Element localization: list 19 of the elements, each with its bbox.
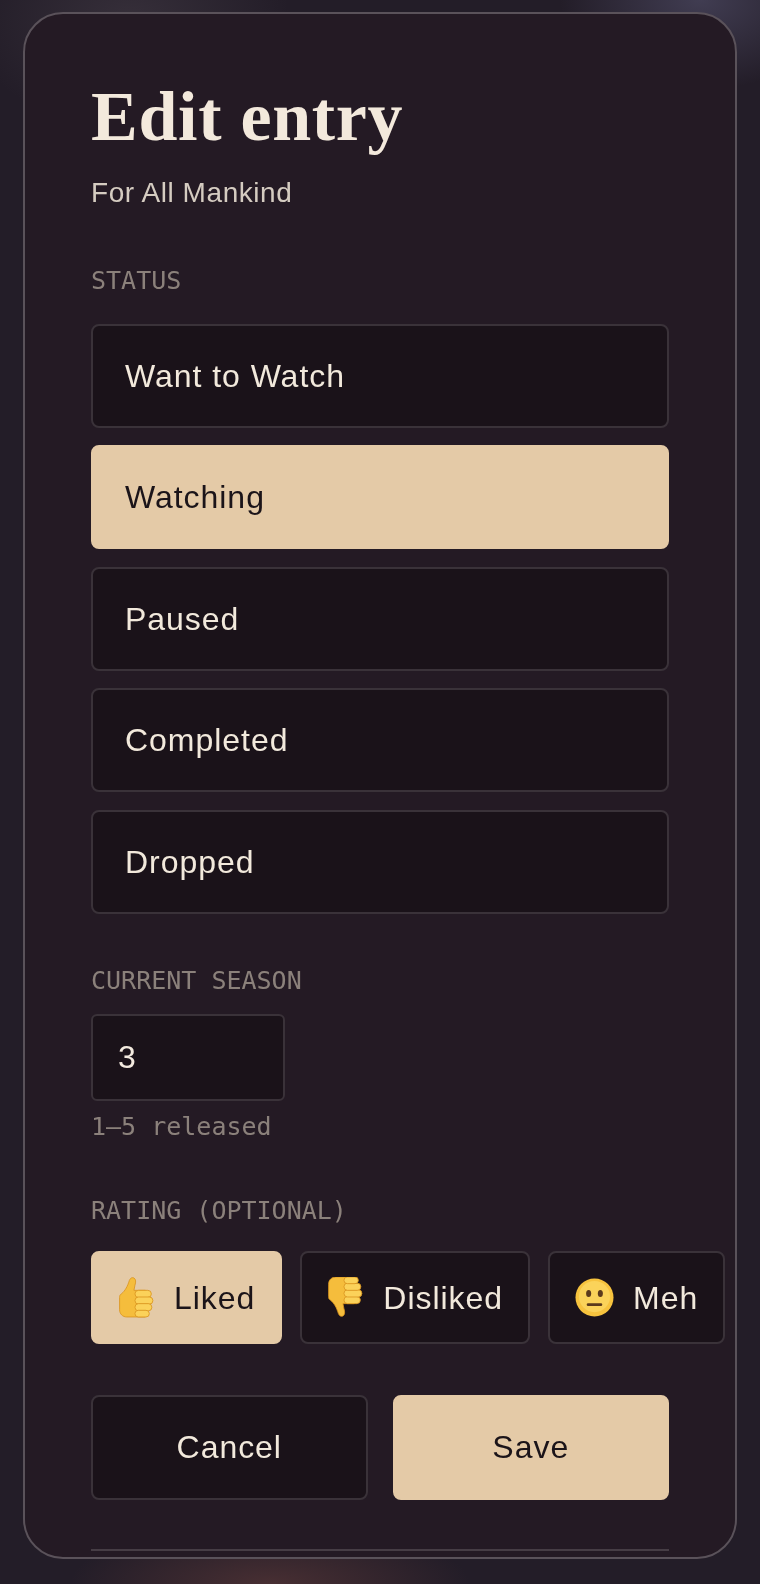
rating-option[interactable]: Disliked (300, 1251, 531, 1345)
section-label: RATING (OPTIONAL) (91, 1195, 348, 1226)
neutral-face-icon (575, 1278, 615, 1318)
cancel-button[interactable]: Cancel (91, 1394, 368, 1500)
rating-option[interactable]: Liked (91, 1251, 283, 1345)
section-label: STATUS (91, 265, 183, 296)
status-option[interactable]: Dropped (91, 809, 669, 914)
status-option[interactable]: Watching (91, 445, 669, 550)
season-hint: 1–5 released (91, 1112, 273, 1143)
season-field[interactable]: 3 (91, 1013, 285, 1101)
thumbs-up-icon (118, 1277, 155, 1319)
thumbs-down-icon (327, 1277, 365, 1319)
dialog-subtitle: For All Mankind (91, 176, 294, 210)
rating-option[interactable]: Meh (548, 1251, 726, 1345)
status-option[interactable]: Paused (91, 566, 669, 671)
status-option[interactable]: Want to Watch (91, 323, 669, 428)
status-option[interactable]: Completed (91, 688, 669, 793)
section-label: CURRENT SEASON (91, 965, 303, 996)
save-button[interactable]: Save (392, 1394, 669, 1500)
